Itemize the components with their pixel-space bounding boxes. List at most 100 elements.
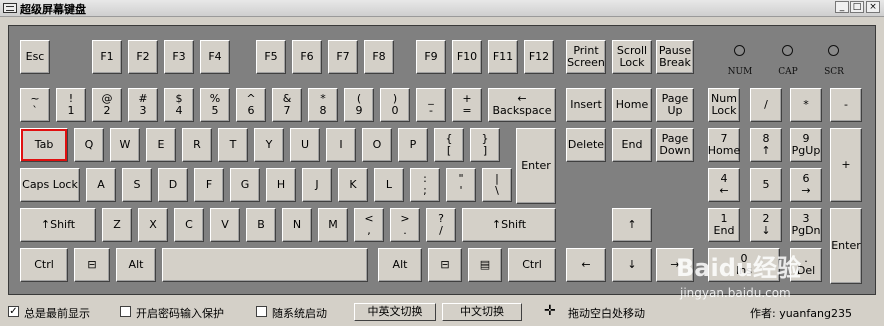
key-numlock[interactable]: Num Lock bbox=[708, 88, 740, 122]
key-left[interactable]: ← bbox=[566, 248, 606, 282]
key-up[interactable]: ↑ bbox=[612, 208, 652, 242]
title-bar[interactable]: 超级屏幕键盘 _ □ × bbox=[0, 0, 884, 17]
always-on-top-checkbox[interactable]: ✓ bbox=[8, 306, 19, 317]
key-space[interactable] bbox=[162, 248, 368, 282]
key-h[interactable]: H bbox=[266, 168, 296, 202]
key-insert[interactable]: Insert bbox=[566, 88, 606, 122]
key-lctrl[interactable]: Ctrl bbox=[20, 248, 68, 282]
key-f12[interactable]: F12 bbox=[524, 40, 554, 74]
key-capslock[interactable]: Caps Lock bbox=[20, 168, 80, 202]
key-d0[interactable]: ) 0 bbox=[380, 88, 410, 122]
key-m[interactable]: M bbox=[318, 208, 348, 242]
key-enter[interactable]: Enter bbox=[516, 128, 556, 204]
key-f3[interactable]: F3 bbox=[164, 40, 194, 74]
key-np3[interactable]: 3 PgDn bbox=[790, 208, 822, 242]
key-npsub[interactable]: - bbox=[830, 88, 862, 122]
key-end[interactable]: End bbox=[612, 128, 652, 162]
key-f8[interactable]: F8 bbox=[364, 40, 394, 74]
key-delete[interactable]: Delete bbox=[566, 128, 606, 162]
key-d9[interactable]: (9 bbox=[344, 88, 374, 122]
key-i[interactable]: I bbox=[326, 128, 356, 162]
key-lshift[interactable]: ↑Shift bbox=[20, 208, 96, 242]
key-np7[interactable]: 7 Home bbox=[708, 128, 740, 162]
key-v[interactable]: V bbox=[210, 208, 240, 242]
key-d3[interactable]: #3 bbox=[128, 88, 158, 122]
key-minus[interactable]: _ - bbox=[416, 88, 446, 122]
key-quote[interactable]: " ' bbox=[446, 168, 476, 202]
key-f6[interactable]: F6 bbox=[292, 40, 322, 74]
key-p[interactable]: P bbox=[398, 128, 428, 162]
key-comma[interactable]: <, bbox=[354, 208, 384, 242]
key-backspace[interactable]: ← Backspace bbox=[488, 88, 556, 122]
maximize-button[interactable]: □ bbox=[850, 1, 864, 13]
key-d6[interactable]: ^ 6 bbox=[236, 88, 266, 122]
key-ralt[interactable]: Alt bbox=[378, 248, 422, 282]
minimize-button[interactable]: _ bbox=[835, 1, 849, 13]
key-b[interactable]: B bbox=[246, 208, 276, 242]
password-protect-checkbox[interactable] bbox=[120, 306, 131, 317]
key-np5[interactable]: 5 bbox=[750, 168, 782, 202]
key-d5[interactable]: % 5 bbox=[200, 88, 230, 122]
key-printscreen[interactable]: Print Screen bbox=[566, 40, 606, 74]
key-a[interactable]: A bbox=[86, 168, 116, 202]
key-j[interactable]: J bbox=[302, 168, 332, 202]
key-d1[interactable]: ! 1 bbox=[56, 88, 86, 122]
key-o[interactable]: O bbox=[362, 128, 392, 162]
key-lalt[interactable]: Alt bbox=[116, 248, 156, 282]
key-np2[interactable]: 2 ↓ bbox=[750, 208, 782, 242]
key-n[interactable]: N bbox=[282, 208, 312, 242]
key-f10[interactable]: F10 bbox=[452, 40, 482, 74]
key-g[interactable]: G bbox=[230, 168, 260, 202]
startup-checkbox[interactable] bbox=[256, 306, 267, 317]
key-f5[interactable]: F5 bbox=[256, 40, 286, 74]
key-z[interactable]: Z bbox=[102, 208, 132, 242]
key-npenter[interactable]: Enter bbox=[830, 208, 862, 284]
key-npmul[interactable]: * bbox=[790, 88, 822, 122]
key-f7[interactable]: F7 bbox=[328, 40, 358, 74]
key-slash[interactable]: ? / bbox=[426, 208, 456, 242]
key-f2[interactable]: F2 bbox=[128, 40, 158, 74]
key-e[interactable]: E bbox=[146, 128, 176, 162]
key-f4[interactable]: F4 bbox=[200, 40, 230, 74]
key-backslash[interactable]: | \ bbox=[482, 168, 512, 202]
key-f[interactable]: F bbox=[194, 168, 224, 202]
key-rctrl[interactable]: Ctrl bbox=[508, 248, 556, 282]
key-rwin[interactable]: ⊟ bbox=[428, 248, 462, 282]
key-equals[interactable]: + = bbox=[452, 88, 482, 122]
key-np6[interactable]: 6 → bbox=[790, 168, 822, 202]
key-d4[interactable]: $4 bbox=[164, 88, 194, 122]
key-s[interactable]: S bbox=[122, 168, 152, 202]
key-f11[interactable]: F11 bbox=[488, 40, 518, 74]
key-grave[interactable]: ~ ` bbox=[20, 88, 50, 122]
key-l[interactable]: L bbox=[374, 168, 404, 202]
key-np9[interactable]: 9 PgUp bbox=[790, 128, 822, 162]
key-r[interactable]: R bbox=[182, 128, 212, 162]
key-home[interactable]: Home bbox=[612, 88, 652, 122]
key-lbracket[interactable]: {[ bbox=[434, 128, 464, 162]
key-semicolon[interactable]: :; bbox=[410, 168, 440, 202]
key-lwin[interactable]: ⊟ bbox=[74, 248, 110, 282]
key-np8[interactable]: 8 ↑ bbox=[750, 128, 782, 162]
cn-en-switch-button[interactable]: 中英文切换 bbox=[354, 303, 436, 321]
key-k[interactable]: K bbox=[338, 168, 368, 202]
key-pageup[interactable]: Page Up bbox=[656, 88, 694, 122]
key-npdiv[interactable]: / bbox=[750, 88, 782, 122]
cn-switch-button[interactable]: 中文切换 bbox=[442, 303, 522, 321]
key-pausebreak[interactable]: Pause Break bbox=[656, 40, 694, 74]
key-t[interactable]: T bbox=[218, 128, 248, 162]
key-np4[interactable]: 4 ← bbox=[708, 168, 740, 202]
key-menu[interactable]: ▤ bbox=[468, 248, 502, 282]
key-rbracket[interactable]: }] bbox=[470, 128, 500, 162]
key-d[interactable]: D bbox=[158, 168, 188, 202]
key-np1[interactable]: 1 End bbox=[708, 208, 740, 242]
key-y[interactable]: Y bbox=[254, 128, 284, 162]
key-w[interactable]: W bbox=[110, 128, 140, 162]
key-tab[interactable]: Tab bbox=[20, 128, 68, 162]
key-f1[interactable]: F1 bbox=[92, 40, 122, 74]
key-f9[interactable]: F9 bbox=[416, 40, 446, 74]
key-scrolllock[interactable]: Scroll Lock bbox=[612, 40, 652, 74]
key-rshift[interactable]: ↑Shift bbox=[462, 208, 556, 242]
key-u[interactable]: U bbox=[290, 128, 320, 162]
key-c[interactable]: C bbox=[174, 208, 204, 242]
close-button[interactable]: × bbox=[866, 1, 880, 13]
